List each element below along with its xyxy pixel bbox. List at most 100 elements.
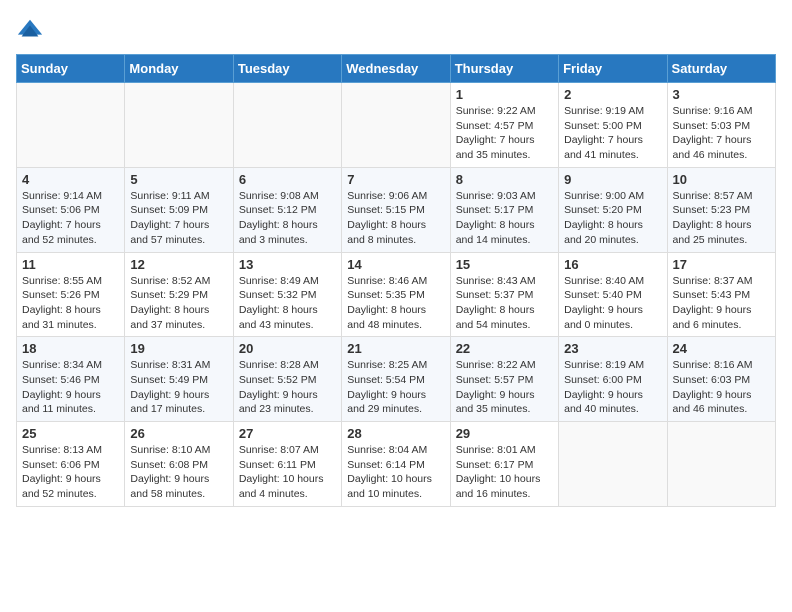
day-number: 3 xyxy=(673,87,770,102)
calendar-day-cell: 15Sunrise: 8:43 AM Sunset: 5:37 PM Dayli… xyxy=(450,252,558,337)
day-info: Sunrise: 8:04 AM Sunset: 6:14 PM Dayligh… xyxy=(347,443,444,502)
weekday-header: Saturday xyxy=(667,55,775,83)
day-number: 29 xyxy=(456,426,553,441)
calendar-day-cell: 25 Sunrise: 8:13 AM Sunset: 6:06 PM Dayli… xyxy=(17,422,125,507)
day-number: 12 xyxy=(130,257,227,272)
day-info: Sunrise: 8:01 AM Sunset: 6:17 PM Dayligh… xyxy=(456,443,553,502)
calendar-day-cell: 28 Sunrise: 8:04 AM Sunset: 6:14 PM Dayli… xyxy=(342,422,450,507)
calendar-day-cell: 10 Sunrise: 8:57 AM Sunset: 5:23 PM Dayli… xyxy=(667,167,775,252)
calendar-day-cell: 11 Sunrise: 8:55 AM Sunset: 5:26 PM Dayli… xyxy=(17,252,125,337)
calendar-day-cell: 2Sunrise: 9:19 AM Sunset: 5:00 PM Daylig… xyxy=(559,83,667,168)
day-info: Sunrise: 8:22 AM Sunset: 5:57 PM Dayligh… xyxy=(456,358,553,417)
day-info: Sunrise: 9:11 AM Sunset: 5:09 PM Dayligh… xyxy=(130,189,227,248)
calendar-day-cell: 18 Sunrise: 8:34 AM Sunset: 5:46 PM Dayli… xyxy=(17,337,125,422)
day-number: 10 xyxy=(673,172,770,187)
day-info: Sunrise: 8:55 AM Sunset: 5:26 PM Dayligh… xyxy=(22,274,119,333)
day-info: Sunrise: 9:14 AM Sunset: 5:06 PM Dayligh… xyxy=(22,189,119,248)
calendar-day-cell: 27Sunrise: 8:07 AM Sunset: 6:11 PM Dayli… xyxy=(233,422,341,507)
day-number: 15 xyxy=(456,257,553,272)
calendar-day-cell: 17 Sunrise: 8:37 AM Sunset: 5:43 PM Dayli… xyxy=(667,252,775,337)
day-info: Sunrise: 8:16 AM Sunset: 6:03 PM Dayligh… xyxy=(673,358,770,417)
day-number: 1 xyxy=(456,87,553,102)
calendar-week-row: 4 Sunrise: 9:14 AM Sunset: 5:06 PM Daylig… xyxy=(17,167,776,252)
calendar-day-cell: 16Sunrise: 8:40 AM Sunset: 5:40 PM Dayli… xyxy=(559,252,667,337)
day-number: 24 xyxy=(673,341,770,356)
day-info: Sunrise: 8:37 AM Sunset: 5:43 PM Dayligh… xyxy=(673,274,770,333)
day-number: 26 xyxy=(130,426,227,441)
calendar-day-cell: 14Sunrise: 8:46 AM Sunset: 5:35 PM Dayli… xyxy=(342,252,450,337)
day-number: 7 xyxy=(347,172,444,187)
day-info: Sunrise: 8:52 AM Sunset: 5:29 PM Dayligh… xyxy=(130,274,227,333)
day-number: 6 xyxy=(239,172,336,187)
day-info: Sunrise: 8:13 AM Sunset: 6:06 PM Dayligh… xyxy=(22,443,119,502)
day-number: 22 xyxy=(456,341,553,356)
day-info: Sunrise: 8:28 AM Sunset: 5:52 PM Dayligh… xyxy=(239,358,336,417)
day-number: 9 xyxy=(564,172,661,187)
weekday-header: Tuesday xyxy=(233,55,341,83)
calendar-header: SundayMondayTuesdayWednesdayThursdayFrid… xyxy=(17,55,776,83)
day-info: Sunrise: 8:19 AM Sunset: 6:00 PM Dayligh… xyxy=(564,358,661,417)
page-header xyxy=(16,16,776,44)
weekday-header: Friday xyxy=(559,55,667,83)
day-number: 11 xyxy=(22,257,119,272)
weekday-row: SundayMondayTuesdayWednesdayThursdayFrid… xyxy=(17,55,776,83)
weekday-header: Monday xyxy=(125,55,233,83)
calendar-day-cell: 20 Sunrise: 8:28 AM Sunset: 5:52 PM Dayli… xyxy=(233,337,341,422)
day-number: 25 xyxy=(22,426,119,441)
calendar-day-cell xyxy=(17,83,125,168)
calendar-day-cell xyxy=(125,83,233,168)
calendar-week-row: 11 Sunrise: 8:55 AM Sunset: 5:26 PM Dayli… xyxy=(17,252,776,337)
day-number: 8 xyxy=(456,172,553,187)
calendar-day-cell: 13Sunrise: 8:49 AM Sunset: 5:32 PM Dayli… xyxy=(233,252,341,337)
day-info: Sunrise: 8:34 AM Sunset: 5:46 PM Dayligh… xyxy=(22,358,119,417)
day-number: 4 xyxy=(22,172,119,187)
calendar-week-row: 18 Sunrise: 8:34 AM Sunset: 5:46 PM Dayli… xyxy=(17,337,776,422)
day-number: 23 xyxy=(564,341,661,356)
weekday-header: Thursday xyxy=(450,55,558,83)
calendar-day-cell: 4 Sunrise: 9:14 AM Sunset: 5:06 PM Daylig… xyxy=(17,167,125,252)
calendar-day-cell xyxy=(667,422,775,507)
logo-icon xyxy=(16,16,44,44)
day-info: Sunrise: 9:22 AM Sunset: 4:57 PM Dayligh… xyxy=(456,104,553,163)
calendar-day-cell xyxy=(559,422,667,507)
day-info: Sunrise: 8:57 AM Sunset: 5:23 PM Dayligh… xyxy=(673,189,770,248)
day-info: Sunrise: 8:25 AM Sunset: 5:54 PM Dayligh… xyxy=(347,358,444,417)
calendar-day-cell xyxy=(342,83,450,168)
day-info: Sunrise: 9:16 AM Sunset: 5:03 PM Dayligh… xyxy=(673,104,770,163)
day-info: Sunrise: 8:10 AM Sunset: 6:08 PM Dayligh… xyxy=(130,443,227,502)
calendar-day-cell: 3 Sunrise: 9:16 AM Sunset: 5:03 PM Daylig… xyxy=(667,83,775,168)
day-info: Sunrise: 9:03 AM Sunset: 5:17 PM Dayligh… xyxy=(456,189,553,248)
day-info: Sunrise: 9:00 AM Sunset: 5:20 PM Dayligh… xyxy=(564,189,661,248)
day-number: 21 xyxy=(347,341,444,356)
calendar-day-cell xyxy=(233,83,341,168)
day-info: Sunrise: 8:40 AM Sunset: 5:40 PM Dayligh… xyxy=(564,274,661,333)
calendar-day-cell: 19 Sunrise: 8:31 AM Sunset: 5:49 PM Dayli… xyxy=(125,337,233,422)
day-info: Sunrise: 9:06 AM Sunset: 5:15 PM Dayligh… xyxy=(347,189,444,248)
day-number: 5 xyxy=(130,172,227,187)
calendar-body: 1 Sunrise: 9:22 AM Sunset: 4:57 PM Daylig… xyxy=(17,83,776,507)
calendar-day-cell: 26 Sunrise: 8:10 AM Sunset: 6:08 PM Dayli… xyxy=(125,422,233,507)
day-number: 19 xyxy=(130,341,227,356)
day-number: 27 xyxy=(239,426,336,441)
calendar: SundayMondayTuesdayWednesdayThursdayFrid… xyxy=(16,54,776,507)
calendar-day-cell: 9 Sunrise: 9:00 AM Sunset: 5:20 PM Daylig… xyxy=(559,167,667,252)
calendar-day-cell: 7 Sunrise: 9:06 AM Sunset: 5:15 PM Daylig… xyxy=(342,167,450,252)
calendar-day-cell: 6 Sunrise: 9:08 AM Sunset: 5:12 PM Daylig… xyxy=(233,167,341,252)
day-info: Sunrise: 8:46 AM Sunset: 5:35 PM Dayligh… xyxy=(347,274,444,333)
day-number: 18 xyxy=(22,341,119,356)
calendar-day-cell: 1 Sunrise: 9:22 AM Sunset: 4:57 PM Daylig… xyxy=(450,83,558,168)
day-number: 17 xyxy=(673,257,770,272)
calendar-day-cell: 5 Sunrise: 9:11 AM Sunset: 5:09 PM Daylig… xyxy=(125,167,233,252)
day-number: 28 xyxy=(347,426,444,441)
day-info: Sunrise: 8:49 AM Sunset: 5:32 PM Dayligh… xyxy=(239,274,336,333)
day-info: Sunrise: 9:08 AM Sunset: 5:12 PM Dayligh… xyxy=(239,189,336,248)
calendar-day-cell: 29 Sunrise: 8:01 AM Sunset: 6:17 PM Dayli… xyxy=(450,422,558,507)
weekday-header: Wednesday xyxy=(342,55,450,83)
day-number: 20 xyxy=(239,341,336,356)
day-info: Sunrise: 8:31 AM Sunset: 5:49 PM Dayligh… xyxy=(130,358,227,417)
calendar-day-cell: 22 Sunrise: 8:22 AM Sunset: 5:57 PM Dayli… xyxy=(450,337,558,422)
calendar-day-cell: 23 Sunrise: 8:19 AM Sunset: 6:00 PM Dayli… xyxy=(559,337,667,422)
calendar-week-row: 25 Sunrise: 8:13 AM Sunset: 6:06 PM Dayli… xyxy=(17,422,776,507)
calendar-week-row: 1 Sunrise: 9:22 AM Sunset: 4:57 PM Daylig… xyxy=(17,83,776,168)
weekday-header: Sunday xyxy=(17,55,125,83)
